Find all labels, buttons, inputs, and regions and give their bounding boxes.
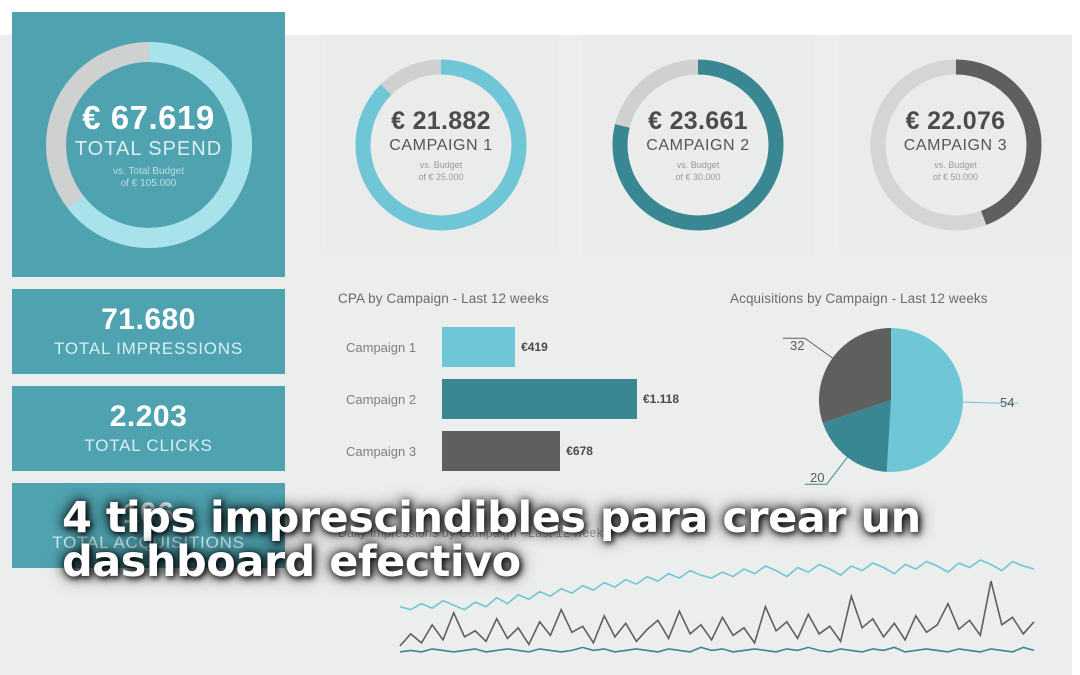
campaign-3-sub-line2: of € 50.000 xyxy=(932,171,979,182)
campaign-3-label: CAMPAIGN 3 xyxy=(903,136,1008,154)
campaign-2-label: CAMPAIGN 2 xyxy=(646,136,750,154)
total-spend-sub-line2: of € 105.000 xyxy=(120,178,177,189)
total-spend-sub-line1: vs. Total Budget xyxy=(113,165,184,177)
campaign-2-subtext: vs. Budget of € 30.000 xyxy=(675,160,720,183)
dashboard-root: € 67.619 TOTAL SPEND vs. Total Budget of… xyxy=(0,0,1080,675)
total-spend-subtext: vs. Total Budget of € 105.000 xyxy=(113,166,184,191)
cpa-bar-chart-panel: CPA by Campaign - Last 12 weeks Campaign… xyxy=(322,275,692,500)
cpa-value-label: €678 xyxy=(566,444,593,458)
total-clicks-label: TOTAL CLICKS xyxy=(84,435,213,455)
acquisitions-chart-title: Acquisitions by Campaign - Last 12 weeks xyxy=(730,291,988,306)
line-series[interactable] xyxy=(399,559,1035,611)
campaign-2-sub-line1: vs. Budget xyxy=(676,159,720,170)
daily-impressions-panel: Daily Impressions by Campaign - Last 12 … xyxy=(322,512,1072,675)
line-series[interactable] xyxy=(399,580,1035,647)
cpa-bar-row-campaign-3[interactable]: Campaign 3 €678 xyxy=(346,431,593,471)
daily-impressions-line-svg[interactable] xyxy=(322,552,1072,672)
pie-value-label-campaign-2: 20 xyxy=(810,470,825,485)
cpa-bar[interactable] xyxy=(442,327,516,367)
total-spend-donut: € 67.619 TOTAL SPEND vs. Total Budget of… xyxy=(42,38,256,252)
line-series[interactable] xyxy=(399,646,1035,653)
campaign-1-donut: € 21.882 CAMPAIGN 1 vs. Budget of € 25.0… xyxy=(351,55,531,235)
campaign-3-amount: € 22.076 xyxy=(905,106,1006,135)
cpa-value-label: €1.118 xyxy=(642,392,680,406)
campaign-card-1[interactable]: € 21.882 CAMPAIGN 1 vs. Budget of € 25.0… xyxy=(325,35,557,255)
campaign-3-center-text: € 22.076 CAMPAIGN 3 vs. Budget of € 50.0… xyxy=(866,55,1046,235)
campaign-2-center-text: € 23.661 CAMPAIGN 2 vs. Budget of € 30.0… xyxy=(608,55,788,235)
total-spend-center-text: € 67.619 TOTAL SPEND vs. Total Budget of… xyxy=(42,38,256,252)
cpa-value-label: €419 xyxy=(521,340,548,354)
total-spend-label: TOTAL SPEND xyxy=(74,137,223,160)
cpa-chart-title: CPA by Campaign - Last 12 weeks xyxy=(338,291,549,306)
cpa-bar[interactable] xyxy=(442,431,561,471)
campaign-1-amount: € 21.882 xyxy=(391,106,491,135)
campaign-1-subtext: vs. Budget of € 25.000 xyxy=(418,160,463,183)
total-acquisitions-label: TOTAL ACQUISITIONS xyxy=(52,532,245,552)
total-impressions-value: 71.680 xyxy=(101,303,196,337)
cpa-category-label: Campaign 1 xyxy=(346,339,417,355)
kpi-column: € 67.619 TOTAL SPEND vs. Total Budget of… xyxy=(12,12,285,580)
cpa-bar-row-campaign-1[interactable]: Campaign 1 €419 xyxy=(346,327,548,367)
acquisitions-pie-panel: Acquisitions by Campaign - Last 12 weeks… xyxy=(710,275,1072,500)
cpa-category-label: Campaign 3 xyxy=(346,443,417,459)
kpi-card-total-clicks[interactable]: 2.203 TOTAL CLICKS xyxy=(12,386,285,471)
campaign-2-amount: € 23.661 xyxy=(648,106,748,135)
campaign-3-donut: € 22.076 CAMPAIGN 3 vs. Budget of € 50.0… xyxy=(866,55,1046,235)
campaign-1-label: CAMPAIGN 1 xyxy=(389,136,493,154)
campaign-card-2[interactable]: € 23.661 CAMPAIGN 2 vs. Budget of € 30.0… xyxy=(582,35,814,255)
campaign-3-subtext: vs. Budget of € 50.000 xyxy=(933,160,978,183)
campaign-2-donut: € 23.661 CAMPAIGN 2 vs. Budget of € 30.0… xyxy=(608,55,788,235)
campaign-card-3[interactable]: € 22.076 CAMPAIGN 3 vs. Budget of € 50.0… xyxy=(839,35,1072,255)
total-impressions-label: TOTAL IMPRESSIONS xyxy=(54,338,243,358)
campaign-2-sub-line2: of € 30.000 xyxy=(675,171,721,182)
total-acquisitions-value: 106 xyxy=(122,497,175,531)
kpi-card-total-impressions[interactable]: 71.680 TOTAL IMPRESSIONS xyxy=(12,289,285,374)
cpa-bar-row-campaign-2[interactable]: Campaign 2 €1.118 xyxy=(346,379,679,419)
kpi-card-total-acquisitions[interactable]: 106 TOTAL ACQUISITIONS xyxy=(12,483,285,568)
total-spend-amount: € 67.619 xyxy=(82,98,215,136)
campaign-1-sub-line1: vs. Budget xyxy=(419,159,463,170)
page-right-margin xyxy=(1072,0,1080,675)
kpi-card-total-spend[interactable]: € 67.619 TOTAL SPEND vs. Total Budget of… xyxy=(12,12,285,277)
pie-value-label-campaign-1: 54 xyxy=(1000,395,1015,410)
acquisitions-pie-svg[interactable] xyxy=(710,317,1072,497)
daily-impressions-title: Daily Impressions by Campaign - Last 12 … xyxy=(338,526,610,540)
pie-slice[interactable] xyxy=(886,328,964,472)
cpa-category-label: Campaign 2 xyxy=(346,391,417,407)
cpa-bar[interactable] xyxy=(442,379,637,419)
campaign-1-center-text: € 21.882 CAMPAIGN 1 vs. Budget of € 25.0… xyxy=(351,55,531,235)
campaign-1-sub-line2: of € 25.000 xyxy=(418,171,464,182)
total-clicks-value: 2.203 xyxy=(109,400,188,434)
pie-value-label-campaign-3: 32 xyxy=(790,338,805,353)
campaign-3-sub-line1: vs. Budget xyxy=(934,159,977,170)
